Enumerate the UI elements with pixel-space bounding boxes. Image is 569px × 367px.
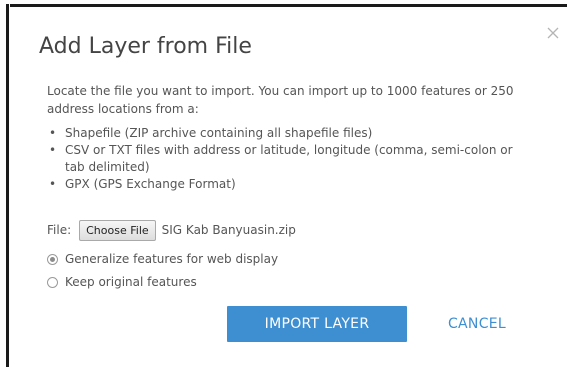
selected-file-name: SIG Kab Banyuasin.zip (161, 223, 296, 237)
intro-text: Locate the file you want to import. You … (47, 84, 514, 116)
cancel-button[interactable]: CANCEL (429, 306, 525, 342)
format-gpx: GPX (GPS Exchange Format) (65, 177, 236, 191)
option-keep-original[interactable]: Keep original features (47, 274, 197, 290)
close-icon[interactable] (545, 25, 561, 41)
dialog-title: Add Layer from File (39, 34, 252, 59)
option-generalize[interactable]: Generalize features for web display (47, 251, 278, 267)
format-list: • Shapefile (ZIP archive containing all … (49, 125, 519, 193)
generalize-radio[interactable] (47, 253, 58, 265)
keep-original-label[interactable]: Keep original features (65, 275, 197, 289)
bullet: • (49, 177, 57, 191)
generalize-label[interactable]: Generalize features for web display (65, 252, 278, 266)
format-shapefile: Shapefile (ZIP archive containing all sh… (65, 126, 373, 140)
list-item: • CSV or TXT files with address or latit… (49, 142, 519, 176)
choose-file-button[interactable]: Choose File (79, 219, 156, 241)
file-row: File: Choose File SIG Kab Banyuasin.zip (47, 219, 296, 241)
list-item: • Shapefile (ZIP archive containing all … (49, 125, 519, 142)
list-item: • GPX (GPS Exchange Format) (49, 176, 519, 193)
page: Add Layer from File Locate the file you … (0, 0, 569, 367)
keep-original-radio[interactable] (47, 276, 58, 288)
bullet: • (49, 126, 57, 140)
import-layer-button[interactable]: IMPORT LAYER (227, 306, 407, 342)
format-csv-txt: CSV or TXT files with address or latitud… (65, 143, 513, 174)
file-label: File: (47, 223, 72, 237)
add-layer-dialog: Add Layer from File Locate the file you … (9, 7, 567, 367)
bullet: • (49, 143, 57, 157)
